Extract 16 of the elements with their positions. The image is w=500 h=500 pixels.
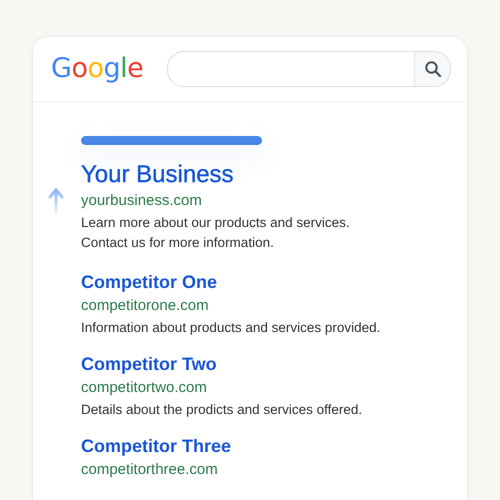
result-url: competitortwo.com bbox=[81, 378, 207, 398]
result-url: competitorone.com bbox=[81, 296, 209, 316]
result-snippet: Information about products and services provided. bbox=[81, 319, 380, 337]
result-url: competitorthree.com bbox=[81, 460, 218, 480]
result-title-link[interactable]: Competitor Two bbox=[81, 352, 217, 376]
result-url: yourbusiness.com bbox=[81, 191, 202, 211]
result-title-link[interactable]: Your Business bbox=[81, 161, 234, 189]
result-title-link[interactable]: Competitor Three bbox=[81, 434, 232, 458]
up-arrow-icon bbox=[48, 188, 64, 218]
result-snippet: Details about the prodicts and services offered. bbox=[81, 401, 362, 419]
logo: Google bbox=[51, 52, 144, 86]
result-snippet: Learn more about our products and services. Contact us for more information. bbox=[81, 214, 350, 252]
search-icon bbox=[424, 60, 442, 78]
search-field[interactable] bbox=[167, 51, 451, 87]
search-button[interactable] bbox=[414, 52, 450, 86]
result-title-link[interactable]: Competitor One bbox=[81, 270, 218, 294]
